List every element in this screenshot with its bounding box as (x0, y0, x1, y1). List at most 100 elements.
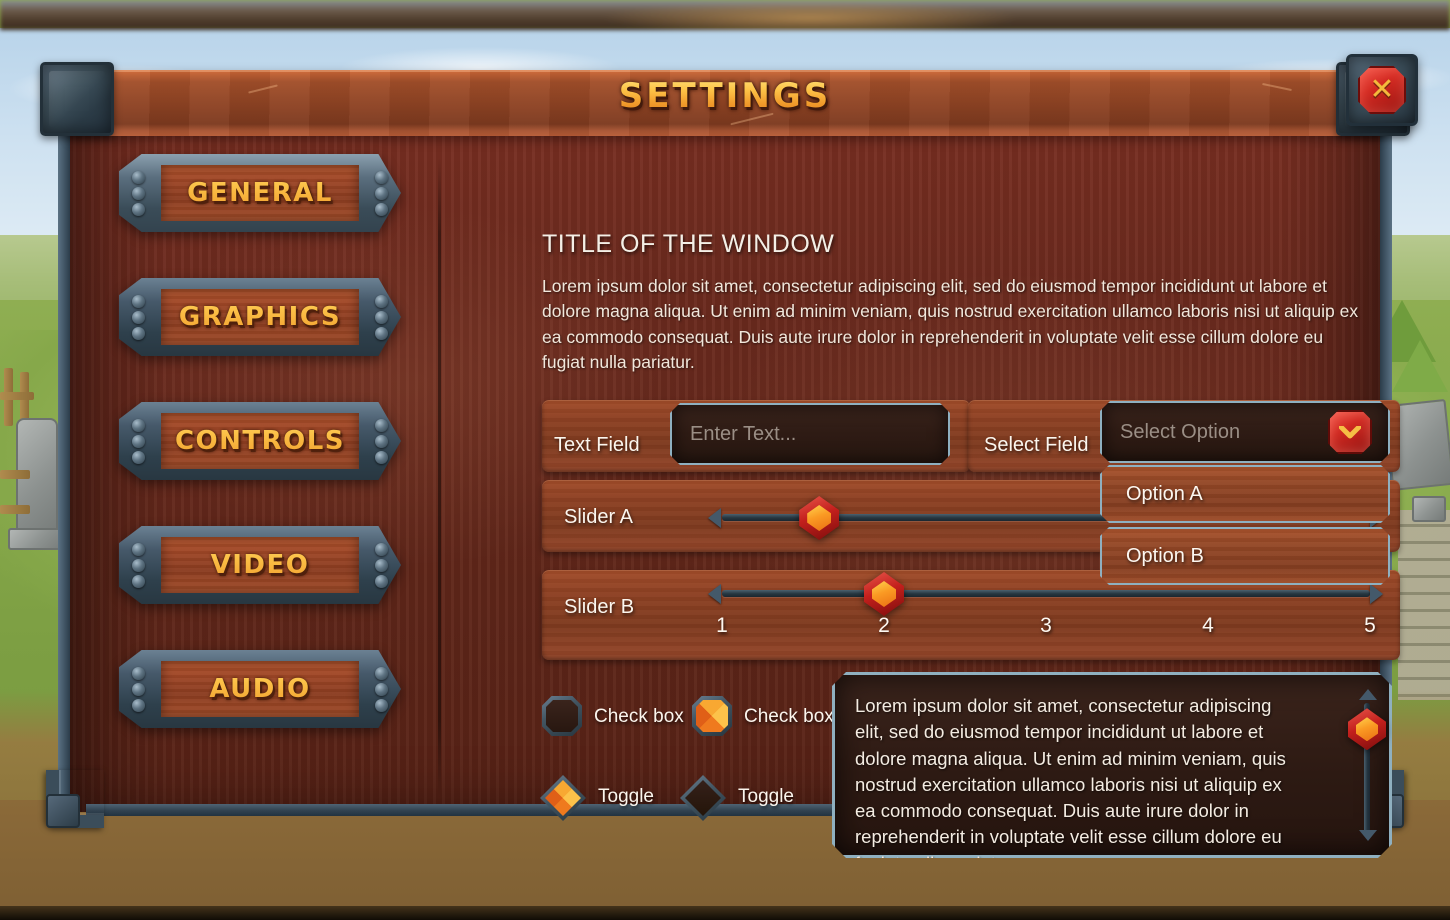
sidebar-divider (438, 158, 441, 796)
checkbox-2[interactable] (692, 696, 732, 736)
top-blur-strip (0, 0, 1450, 30)
sidebar-item-graphics[interactable]: GRAPHICS (119, 278, 401, 356)
sidebar-item-general[interactable]: GENERAL (119, 154, 401, 232)
settings-content: TITLE OF THE WINDOW Lorem ipsum dolor si… (460, 158, 1400, 802)
select-field-label: Select Field (984, 434, 1089, 456)
rivet (132, 295, 145, 308)
sidebar-item-label: VIDEO (119, 526, 401, 604)
sidebar-item-label: AUDIO (119, 650, 401, 728)
rivet (375, 543, 388, 556)
slider-b-label: Slider B (564, 596, 635, 618)
slider-b-tick: 1 (716, 614, 728, 637)
rivet (375, 435, 388, 448)
rivet (132, 559, 145, 572)
rivet (375, 187, 388, 200)
fence-rail (0, 392, 34, 400)
rivet (132, 203, 145, 216)
text-input[interactable]: Enter Text... (670, 403, 950, 465)
rivet (132, 683, 145, 696)
scrollable-text-body: Lorem ipsum dolor sit amet, consectetur … (855, 695, 1286, 848)
toggle-2[interactable] (680, 775, 726, 821)
slider-b-tick: 4 (1202, 614, 1214, 637)
sidebar-item-label: CONTROLS (119, 402, 401, 480)
slider-b-right-caret[interactable] (1370, 584, 1383, 604)
rivet (132, 699, 145, 712)
page-title: TITLE OF THE WINDOW (542, 230, 835, 258)
rivet (375, 327, 388, 340)
rivet (132, 187, 145, 200)
text-input-placeholder: Enter Text... (690, 422, 797, 445)
rivet (375, 311, 388, 324)
slider-b-left-caret[interactable] (708, 584, 721, 604)
checkbox-fill (696, 700, 728, 732)
rivet (375, 295, 388, 308)
bottom-vignette (0, 906, 1450, 920)
slider-b-ticks: 1 2 3 4 5 (716, 614, 1376, 644)
slider-b-track[interactable] (722, 590, 1370, 597)
rivet (375, 203, 388, 216)
rivet (132, 327, 145, 340)
sidebar-nav: GENERAL GRAPHICS CONTROLS VIDEO AUDIO (90, 154, 430, 802)
toggle-1[interactable] (540, 775, 586, 821)
sidebar-item-controls[interactable]: CONTROLS (119, 402, 401, 480)
select-option-a[interactable]: Option A (1100, 465, 1390, 523)
rivet (132, 667, 145, 680)
checkbox-1[interactable] (542, 696, 582, 736)
page-description: Lorem ipsum dolor sit amet, consectetur … (542, 276, 1359, 373)
rivet (375, 559, 388, 572)
window-left-edge (58, 116, 70, 802)
rivet (132, 543, 145, 556)
fence-rail (0, 505, 30, 514)
select-option-label: Option A (1126, 482, 1203, 505)
toggle-label-1: Toggle (598, 786, 654, 807)
fence-rail (0, 470, 30, 479)
window-title: SETTINGS (40, 76, 1410, 116)
rivet (132, 451, 145, 464)
rivet (375, 575, 388, 588)
settings-window: SETTINGS ✕ GENERAL GRAPHICS CONTROLS VIDEO A… (40, 54, 1418, 832)
rivet (375, 683, 388, 696)
rivet (375, 667, 388, 680)
text-field-label: Text Field (554, 434, 640, 456)
select-option-b[interactable]: Option B (1100, 527, 1390, 585)
checkbox-label-2: Check box (744, 706, 834, 727)
checkbox-label-1: Check box (594, 706, 684, 727)
sidebar-item-label: GENERAL (119, 154, 401, 232)
stone-rubble (1412, 496, 1446, 522)
chevron-down-icon (1339, 425, 1361, 438)
select-dropdown-button[interactable] (1328, 410, 1372, 454)
sidebar-item-audio[interactable]: AUDIO (119, 650, 401, 728)
toggle-label-2: Toggle (738, 786, 794, 807)
checkbox-fill (546, 700, 578, 732)
scroll-down-arrow[interactable] (1359, 830, 1377, 841)
sidebar-item-label: GRAPHICS (119, 278, 401, 356)
select-option-label: Option B (1126, 544, 1204, 567)
slider-a-handle[interactable] (799, 496, 840, 540)
slider-a-left-caret[interactable] (708, 508, 721, 528)
scrollable-text-panel: Lorem ipsum dolor sit amet, consectetur … (832, 672, 1392, 858)
sidebar-item-video[interactable]: VIDEO (119, 526, 401, 604)
close-button[interactable]: ✕ (1346, 54, 1418, 126)
slider-b-handle[interactable] (864, 572, 904, 616)
close-icon: ✕ (1369, 72, 1395, 107)
corner-stone-top-left (40, 62, 114, 136)
close-gem: ✕ (1358, 66, 1406, 114)
rivet (375, 419, 388, 432)
slider-b-tick: 3 (1040, 614, 1052, 637)
rivet (132, 311, 145, 324)
toggle-fill (545, 780, 581, 816)
slider-b-tick: 2 (878, 614, 890, 637)
scroll-up-arrow[interactable] (1359, 689, 1377, 700)
rivet (375, 171, 388, 184)
select-placeholder: Select Option (1120, 420, 1241, 443)
rivet (375, 451, 388, 464)
rivet (132, 419, 145, 432)
rivet (132, 171, 145, 184)
rivet (375, 699, 388, 712)
toggle-fill (685, 780, 721, 816)
scrollbar-thumb[interactable] (1348, 708, 1386, 750)
rivet (132, 435, 145, 448)
slider-a-label: Slider A (564, 506, 633, 528)
rivet (132, 575, 145, 588)
slider-b-tick: 5 (1364, 614, 1376, 637)
